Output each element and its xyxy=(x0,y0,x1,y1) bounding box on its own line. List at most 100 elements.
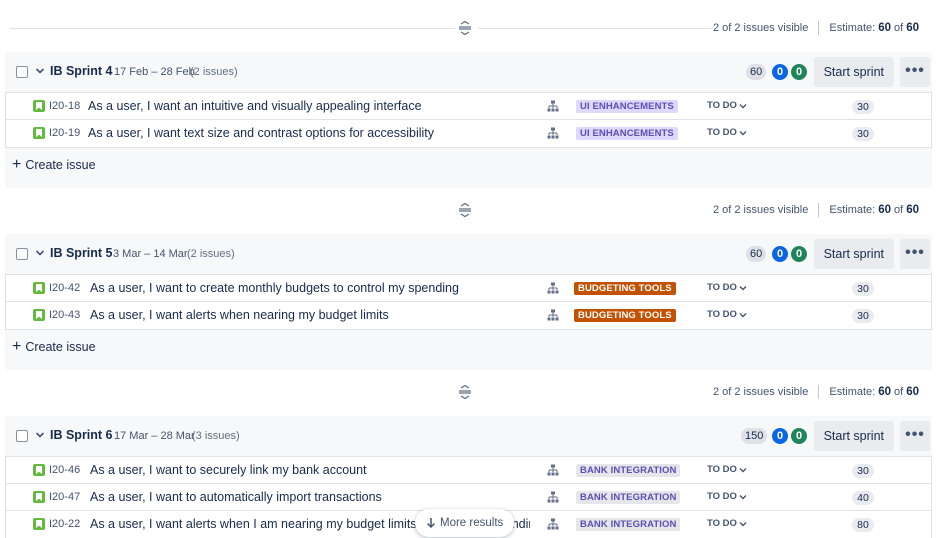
issue-summary[interactable]: As a user, I want to create monthly budg… xyxy=(90,281,459,295)
start-sprint-button[interactable]: Start sprint xyxy=(813,57,894,87)
epic-label[interactable]: BANK INTEGRATION xyxy=(576,491,681,504)
child-issues-icon[interactable] xyxy=(547,282,559,294)
child-issues-icon[interactable] xyxy=(547,491,559,503)
more-actions-button[interactable]: ••• xyxy=(900,421,930,451)
status-label: TO DO xyxy=(707,491,737,502)
issue-summary[interactable]: As a user, I want to automatically impor… xyxy=(90,490,382,504)
points-total-badge: 60 xyxy=(746,64,767,80)
divider-line xyxy=(478,28,713,29)
issue-key[interactable]: I20-19 xyxy=(49,127,80,139)
sprint-divider: 2 of 2 issues visible Estimate: 60 of 60 xyxy=(0,0,936,52)
sprint-checkbox[interactable] xyxy=(16,66,28,78)
story-points[interactable]: 30 xyxy=(852,464,874,478)
sprint-dates: 17 Mar – 28 Mar xyxy=(114,430,195,442)
epic-label[interactable]: UI ENHANCEMENTS xyxy=(576,100,678,113)
epic-label[interactable]: BANK INTEGRATION xyxy=(576,464,681,477)
issue-row[interactable]: I20-42 As a user, I want to create month… xyxy=(6,275,931,302)
status-label: TO DO xyxy=(707,518,737,529)
visible-count: 2 of 2 issues visible xyxy=(712,386,809,398)
chevron-down-icon xyxy=(739,467,747,472)
issue-list: I20-42 As a user, I want to create month… xyxy=(5,274,932,330)
create-issue-button[interactable]: + Create issue xyxy=(12,157,96,173)
visible-issues-info: 2 of 2 issues visible Estimate: 60 of 60 xyxy=(713,21,922,35)
chevron-down-icon[interactable] xyxy=(35,429,45,441)
story-icon xyxy=(33,100,45,112)
issue-key[interactable]: I20-42 xyxy=(49,282,80,294)
sprint-divider: 2 of 2 issues visible Estimate: 60 of 60 xyxy=(0,188,936,234)
story-points[interactable]: 30 xyxy=(852,309,874,323)
more-actions-button[interactable]: ••• xyxy=(900,239,930,269)
story-points[interactable]: 80 xyxy=(852,518,874,532)
issue-summary[interactable]: As a user, I want an intuitive and visua… xyxy=(88,99,422,113)
story-points[interactable]: 30 xyxy=(852,282,874,296)
chevron-down-icon[interactable] xyxy=(35,247,45,259)
epic-label[interactable]: BUDGETING TOOLS xyxy=(574,309,676,322)
issue-key[interactable]: I20-47 xyxy=(49,491,80,503)
sprint-name[interactable]: IB Sprint 6 xyxy=(50,428,113,442)
sprint-checkbox[interactable] xyxy=(16,430,28,442)
points-in-progress-badge: 0 xyxy=(772,64,788,80)
issue-row[interactable]: I20-46 As a user, I want to securely lin… xyxy=(6,457,931,484)
issue-row[interactable]: I20-18 As a user, I want an intuitive an… xyxy=(6,93,931,120)
child-issues-icon[interactable] xyxy=(547,127,559,139)
estimate-total: 60 xyxy=(906,386,919,398)
issue-key[interactable]: I20-43 xyxy=(49,309,80,321)
more-actions-button[interactable]: ••• xyxy=(900,57,930,87)
create-issue-button[interactable]: + Create issue xyxy=(12,339,96,355)
story-points[interactable]: 30 xyxy=(852,100,874,114)
create-issue-label: Create issue xyxy=(25,340,96,354)
child-issues-icon[interactable] xyxy=(547,464,559,476)
issue-row[interactable]: I20-43 As a user, I want alerts when nea… xyxy=(6,302,931,329)
story-points[interactable]: 40 xyxy=(852,491,874,505)
sprint-issue-count: (3 issues) xyxy=(192,430,240,442)
issue-key[interactable]: I20-22 xyxy=(49,518,80,530)
more-results-button[interactable]: More results xyxy=(415,509,515,537)
estimate-of: of xyxy=(894,204,904,216)
epic-label[interactable]: BUDGETING TOOLS xyxy=(574,282,676,295)
estimate-value: 60 xyxy=(878,386,892,398)
child-issues-icon[interactable] xyxy=(547,100,559,112)
chevron-down-icon xyxy=(739,130,747,135)
sprint-panel: IB Sprint 4 17 Feb – 28 Feb (2 issues) 6… xyxy=(5,52,932,188)
status-dropdown[interactable]: TO DO xyxy=(707,127,747,138)
sprint-issue-count: (2 issues) xyxy=(187,248,235,260)
points-done-badge: 0 xyxy=(791,64,807,80)
visible-issues-info: 2 of 2 issues visible Estimate: 60 of 60 xyxy=(713,385,922,399)
issue-summary[interactable]: As a user, I want alerts when nearing my… xyxy=(90,308,389,322)
issue-key[interactable]: I20-18 xyxy=(49,100,80,112)
sprint-header: IB Sprint 6 17 Mar – 28 Mar (3 issues) 1… xyxy=(5,416,932,456)
resize-handle-icon[interactable] xyxy=(458,203,472,217)
issue-row[interactable]: I20-47 As a user, I want to automaticall… xyxy=(6,484,931,511)
child-issues-icon[interactable] xyxy=(547,309,559,321)
points-in-progress-badge: 0 xyxy=(772,246,788,262)
create-issue-label: Create issue xyxy=(25,158,96,172)
issue-summary[interactable]: As a user, I want to securely link my ba… xyxy=(90,463,367,477)
resize-handle-icon[interactable] xyxy=(458,385,472,399)
estimate-of: of xyxy=(894,386,904,398)
status-dropdown[interactable]: TO DO xyxy=(707,491,747,502)
status-dropdown[interactable]: TO DO xyxy=(707,518,747,529)
child-issues-icon[interactable] xyxy=(547,518,559,530)
chevron-down-icon xyxy=(739,103,747,108)
chevron-down-icon[interactable] xyxy=(35,65,45,77)
sprint-name[interactable]: IB Sprint 4 xyxy=(50,64,113,78)
points-done-badge: 0 xyxy=(791,428,807,444)
issue-key[interactable]: I20-46 xyxy=(49,464,80,476)
story-points[interactable]: 30 xyxy=(852,127,874,141)
issue-summary[interactable]: As a user, I want text size and contrast… xyxy=(88,126,434,140)
estimate-of: of xyxy=(894,22,904,34)
status-dropdown[interactable]: TO DO xyxy=(707,282,747,293)
sprint-checkbox[interactable] xyxy=(16,248,28,260)
epic-label[interactable]: BANK INTEGRATION xyxy=(576,518,681,531)
status-dropdown[interactable]: TO DO xyxy=(707,464,747,475)
start-sprint-button[interactable]: Start sprint xyxy=(813,239,894,269)
arrow-down-icon xyxy=(426,518,436,529)
status-dropdown[interactable]: TO DO xyxy=(707,309,747,320)
resize-handle-icon[interactable] xyxy=(458,21,472,35)
issue-row[interactable]: I20-19 As a user, I want text size and c… xyxy=(6,120,931,147)
start-sprint-button[interactable]: Start sprint xyxy=(813,421,894,451)
epic-label[interactable]: UI ENHANCEMENTS xyxy=(576,127,678,140)
sprint-name[interactable]: IB Sprint 5 xyxy=(50,246,113,260)
status-dropdown[interactable]: TO DO xyxy=(707,100,747,111)
sprint-panel: IB Sprint 5 3 Mar – 14 Mar (2 issues) 60… xyxy=(5,234,932,370)
